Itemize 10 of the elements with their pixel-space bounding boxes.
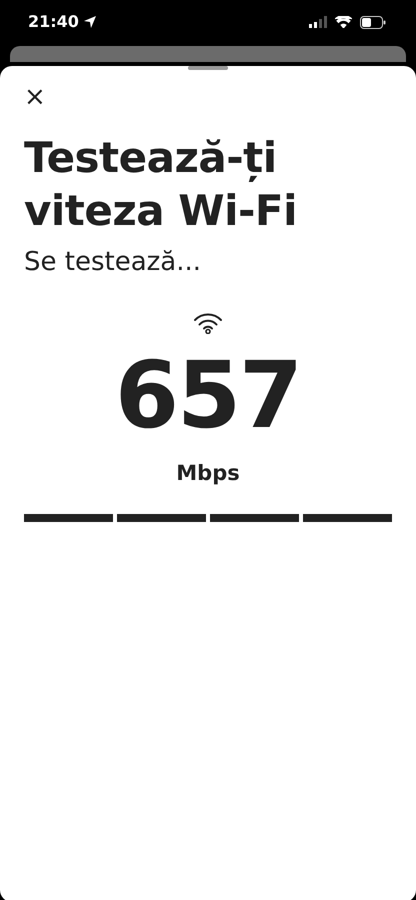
close-button[interactable]: × bbox=[24, 84, 46, 110]
battery-icon bbox=[360, 16, 386, 28]
location-arrow-icon bbox=[82, 15, 97, 29]
signal-icon bbox=[309, 16, 327, 28]
speed-unit: Mbps bbox=[176, 460, 240, 487]
speed-value: 657 bbox=[114, 350, 302, 442]
title: Testează-ți viteza Wi-Fi bbox=[24, 132, 298, 236]
subtitle: Se testează... bbox=[24, 246, 202, 279]
drag-handle[interactable] bbox=[188, 66, 228, 70]
clock: 21:40 bbox=[28, 11, 79, 33]
